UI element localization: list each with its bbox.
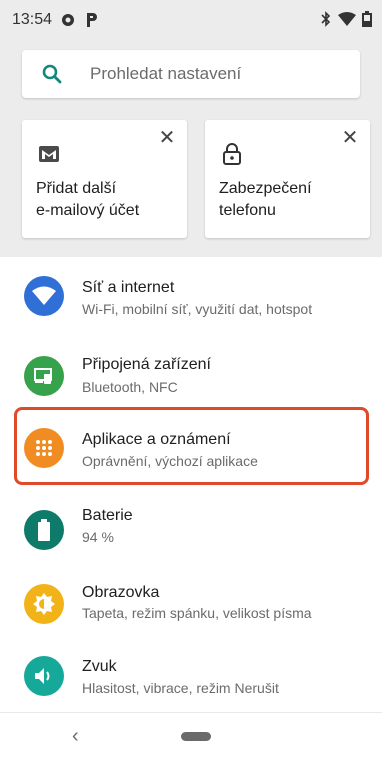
selection-highlight xyxy=(14,407,369,485)
settings-item-title: Síť a internet xyxy=(82,279,175,296)
suggestion-card-email[interactable]: ✕ Přidat další e-mailový účet xyxy=(22,120,187,238)
settings-item-subtitle: Tapeta, režim spánku, velikost písma xyxy=(82,605,312,621)
search-bar[interactable]: Prohledat nastavení xyxy=(22,50,360,98)
wifi-signal-icon xyxy=(338,12,356,31)
card-email-text: Přidat další e-mailový účet xyxy=(36,178,139,222)
settings-item-display[interactable]: Obrazovka Tapeta, režim spánku, velikost… xyxy=(0,570,382,644)
lock-icon xyxy=(219,141,245,167)
settings-item-subtitle: Bluetooth, NFC xyxy=(82,379,178,395)
settings-item-subtitle: Hlasitost, vibrace, režim Nerušit xyxy=(82,680,279,696)
settings-item-network[interactable]: Síť a internet Wi-Fi, mobilní síť, využi… xyxy=(0,264,382,338)
settings-item-title: Baterie xyxy=(82,507,133,524)
settings-item-title: Obrazovka xyxy=(82,584,160,601)
back-button[interactable]: ‹ xyxy=(72,725,79,748)
card-security-line2: telefonu xyxy=(219,202,276,219)
dismiss-card-security-button[interactable]: ✕ xyxy=(340,128,360,148)
home-button[interactable] xyxy=(181,732,211,741)
settings-item-subtitle: Wi-Fi, mobilní síť, využití dat, hotspot xyxy=(82,301,313,317)
card-security-text: Zabezpečení telefonu xyxy=(219,178,312,222)
mail-icon xyxy=(36,141,62,167)
brightness-icon xyxy=(24,584,64,624)
settings-item-subtitle: 94 % xyxy=(82,529,114,545)
suggestion-card-security[interactable]: ✕ Zabezpečení telefonu xyxy=(205,120,370,238)
search-icon xyxy=(38,60,66,88)
settings-item-battery[interactable]: Baterie 94 % xyxy=(0,494,382,568)
status-time: 13:54 xyxy=(12,11,53,28)
settings-item-title: Připojená zařízení xyxy=(82,356,211,373)
card-security-line1: Zabezpečení xyxy=(219,180,312,197)
battery-status-icon xyxy=(362,11,372,32)
wifi-icon xyxy=(24,276,64,316)
settings-item-title: Zvuk xyxy=(82,658,117,675)
settings-item-connected-devices[interactable]: Připojená zařízení Bluetooth, NFC xyxy=(0,340,382,414)
devices-icon xyxy=(24,356,64,396)
navigation-bar: ‹ xyxy=(0,712,382,761)
notification-icon xyxy=(60,12,76,28)
card-email-line2: e-mailový účet xyxy=(36,202,140,219)
status-bar: 13:54 xyxy=(0,0,382,40)
p-app-icon xyxy=(84,12,100,28)
search-placeholder: Prohledat nastavení xyxy=(90,64,242,83)
battery-icon xyxy=(24,510,64,550)
volume-icon xyxy=(24,656,64,696)
dismiss-card-email-button[interactable]: ✕ xyxy=(157,128,177,148)
card-email-line1: Přidat další xyxy=(36,180,117,197)
settings-item-sound[interactable]: Zvuk Hlasitost, vibrace, režim Nerušit xyxy=(0,646,382,720)
bluetooth-icon xyxy=(320,11,332,32)
